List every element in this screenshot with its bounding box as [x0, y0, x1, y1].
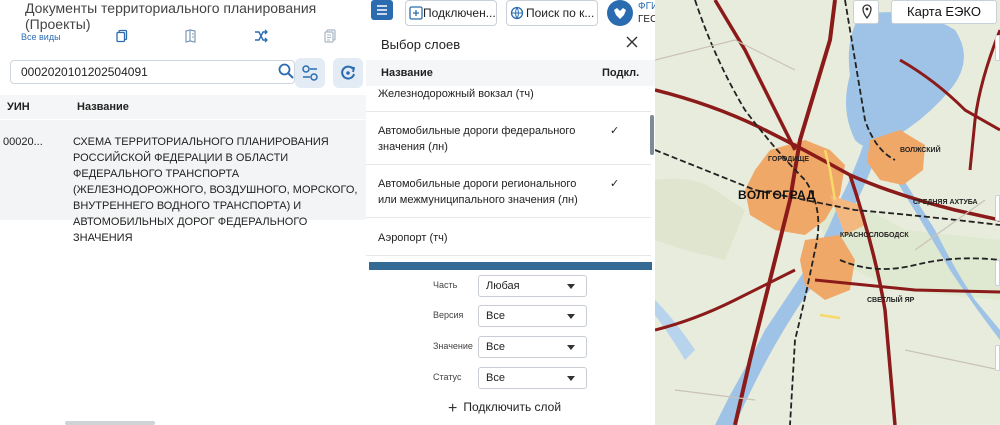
label-volgograd: ВОЛГОГРАД [738, 188, 816, 202]
documents-panel: Документы территориального планирования … [0, 0, 366, 425]
plus-icon: + [448, 400, 458, 417]
map-view[interactable]: ВОЛГОГРАД ВОЛЖСКИЙ ГОРОДИЩЕ КРАСНОСЛОБОД… [655, 0, 1000, 425]
filter-status: Статус Все [366, 367, 655, 389]
connected-layers-button[interactable]: Подключен... [405, 0, 497, 26]
filters-divider [369, 262, 652, 270]
layers-column-name: Название [381, 67, 433, 79]
label-gorodishche: ГОРОДИЩЕ [768, 156, 810, 163]
label-sredneakhtuba: СРЕДНЯЯ АХТУБА [913, 199, 978, 206]
map-side-tab[interactable] [995, 260, 1000, 286]
filter-meaning-value: Все [486, 341, 505, 353]
layers-table-header: Название Подкл. [366, 60, 655, 86]
layer-row[interactable]: Железнодорожный вокзал (тч) [366, 86, 651, 112]
layer-row[interactable]: Аэропорт (тч) [366, 218, 651, 256]
filter-meaning: Значение Все [366, 336, 655, 358]
chevron-down-icon [567, 284, 575, 289]
filter-version-value: Все [486, 310, 505, 322]
layers-column-connected: Подкл. [602, 67, 640, 79]
filter-sliders-icon [302, 65, 318, 81]
eagle-emblem-icon [607, 0, 633, 26]
documents-table-header: УИН Название [0, 95, 366, 119]
map-canvas[interactable] [655, 0, 1000, 425]
app-root: Документы территориального планирования … [0, 0, 1000, 425]
map-book-icon[interactable] [184, 29, 198, 43]
refresh-icon [341, 65, 356, 80]
globe-search-icon [510, 6, 524, 20]
layer-name: Автомобильные дороги федерального значен… [378, 125, 576, 153]
copy-icon[interactable] [115, 29, 129, 43]
layer-name: Железнодорожный вокзал (тч) [378, 88, 534, 100]
fgis-geo-logo[interactable]: ФГИС ГЕО [606, 0, 665, 28]
view-toolbar: Все виды [0, 26, 366, 50]
layer-row[interactable]: Автомобильные дороги федерального значен… [366, 112, 651, 165]
map-side-tab[interactable] [995, 35, 1000, 61]
map-side-tab[interactable] [995, 195, 1000, 221]
chevron-down-icon [567, 345, 575, 350]
reset-button[interactable] [333, 58, 363, 88]
location-button[interactable] [853, 0, 879, 24]
filter-version: Версия Все [366, 305, 655, 327]
cadastral-search-label: Поиск по к... [526, 6, 595, 20]
filter-meaning-label: Значение [433, 341, 473, 351]
chevron-down-icon [567, 314, 575, 319]
layer-connected-check[interactable]: ✓ [610, 176, 619, 192]
filter-meaning-select[interactable]: Все [478, 336, 587, 358]
cadastral-search-button[interactable]: Поиск по к... [506, 0, 598, 26]
column-header-name[interactable]: Название [77, 101, 129, 113]
filter-status-value: Все [486, 372, 505, 384]
uin-search-input[interactable] [11, 61, 261, 83]
label-svetly-yar: СВЕТЛЫЙ ЯР [867, 297, 915, 304]
horizontal-scrollbar[interactable] [65, 421, 155, 425]
label-krasnoslobodsk: КРАСНОСЛОБОДСК [840, 232, 909, 239]
menu-icon [377, 5, 387, 15]
uin-search-field[interactable] [10, 60, 295, 84]
label-volzhsky: ВОЛЖСКИЙ [900, 147, 941, 154]
chevron-down-icon [567, 376, 575, 381]
documents-icon[interactable] [323, 29, 337, 43]
add-layer-button[interactable]: + Подключить слой [448, 400, 561, 418]
menu-button[interactable] [371, 0, 393, 20]
filter-version-select[interactable]: Все [478, 305, 587, 327]
filter-status-label: Статус [433, 372, 462, 382]
filter-button[interactable] [295, 58, 325, 88]
layers-panel-title: Выбор слоев [381, 37, 461, 52]
row-uin: 00020... [3, 136, 43, 148]
search-row [10, 58, 366, 88]
column-header-uin[interactable]: УИН [7, 101, 30, 113]
basemap-selector[interactable]: Карта ЕЭКО [891, 0, 997, 24]
search-icon[interactable] [277, 62, 295, 80]
table-row[interactable]: 00020... СХЕМА ТЕРРИТОРИАЛЬНОГО ПЛАНИРОВ… [0, 120, 366, 244]
layers-scrollbar[interactable] [650, 115, 654, 155]
filter-part-value: Любая [486, 280, 520, 292]
layer-row[interactable]: Автомобильные дороги регионального или м… [366, 165, 651, 218]
all-types-link[interactable]: Все виды [21, 32, 61, 42]
filter-part-select[interactable]: Любая [478, 275, 587, 297]
layer-name: Автомобильные дороги регионального или м… [378, 178, 578, 206]
filter-status-select[interactable]: Все [478, 367, 587, 389]
layers-panel: Подключен... Поиск по к... ФГИС ГЕО Выбо… [366, 0, 665, 425]
map-side-tab[interactable] [995, 345, 1000, 371]
filter-part: Часть Любая [366, 275, 655, 297]
add-layer-icon [409, 6, 423, 20]
close-icon[interactable] [625, 35, 639, 49]
layer-name: Аэропорт (тч) [378, 232, 448, 244]
layer-connected-check[interactable]: ✓ [610, 123, 619, 139]
filter-version-label: Версия [433, 310, 464, 320]
connected-layers-label: Подключен... [423, 6, 496, 20]
shuffle-icon[interactable] [254, 29, 268, 43]
filter-part-label: Часть [433, 280, 458, 290]
row-name: СХЕМА ТЕРРИТОРИАЛЬНОГО ПЛАНИРОВАНИЯ РОСС… [73, 136, 358, 244]
add-layer-label: Подключить слой [463, 400, 562, 414]
location-pin-icon [862, 4, 872, 20]
